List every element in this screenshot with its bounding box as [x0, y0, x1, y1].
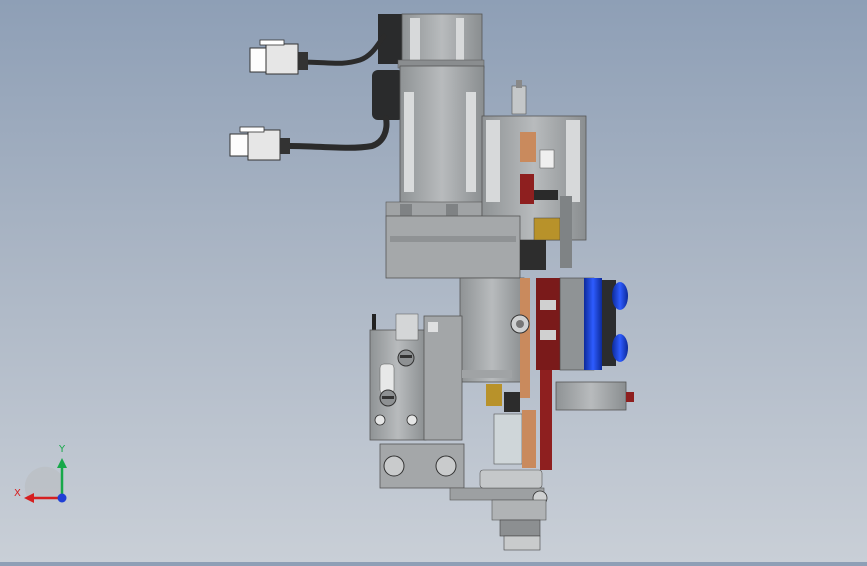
axis-triad: Y X [14, 440, 76, 510]
x-axis-label: X [14, 488, 21, 499]
blue-cylinder[interactable] [559, 277, 628, 371]
y-axis-label: Y [58, 444, 66, 455]
cable-lower[interactable] [287, 115, 390, 151]
upper-motor[interactable] [378, 13, 485, 69]
triad-graphic: Y X [14, 444, 67, 503]
connector-upper[interactable] [249, 39, 308, 75]
assembly-model[interactable] [0, 0, 867, 562]
connector-lower[interactable] [229, 126, 290, 161]
cable-upper[interactable] [297, 33, 387, 66]
nozzle-assembly[interactable] [449, 469, 548, 551]
z-axis-dot [57, 493, 67, 503]
main-motor[interactable] [372, 65, 485, 217]
y-axis-arrow [57, 458, 67, 468]
solenoid-unit[interactable] [369, 313, 463, 441]
cad-viewport[interactable] [0, 0, 867, 562]
